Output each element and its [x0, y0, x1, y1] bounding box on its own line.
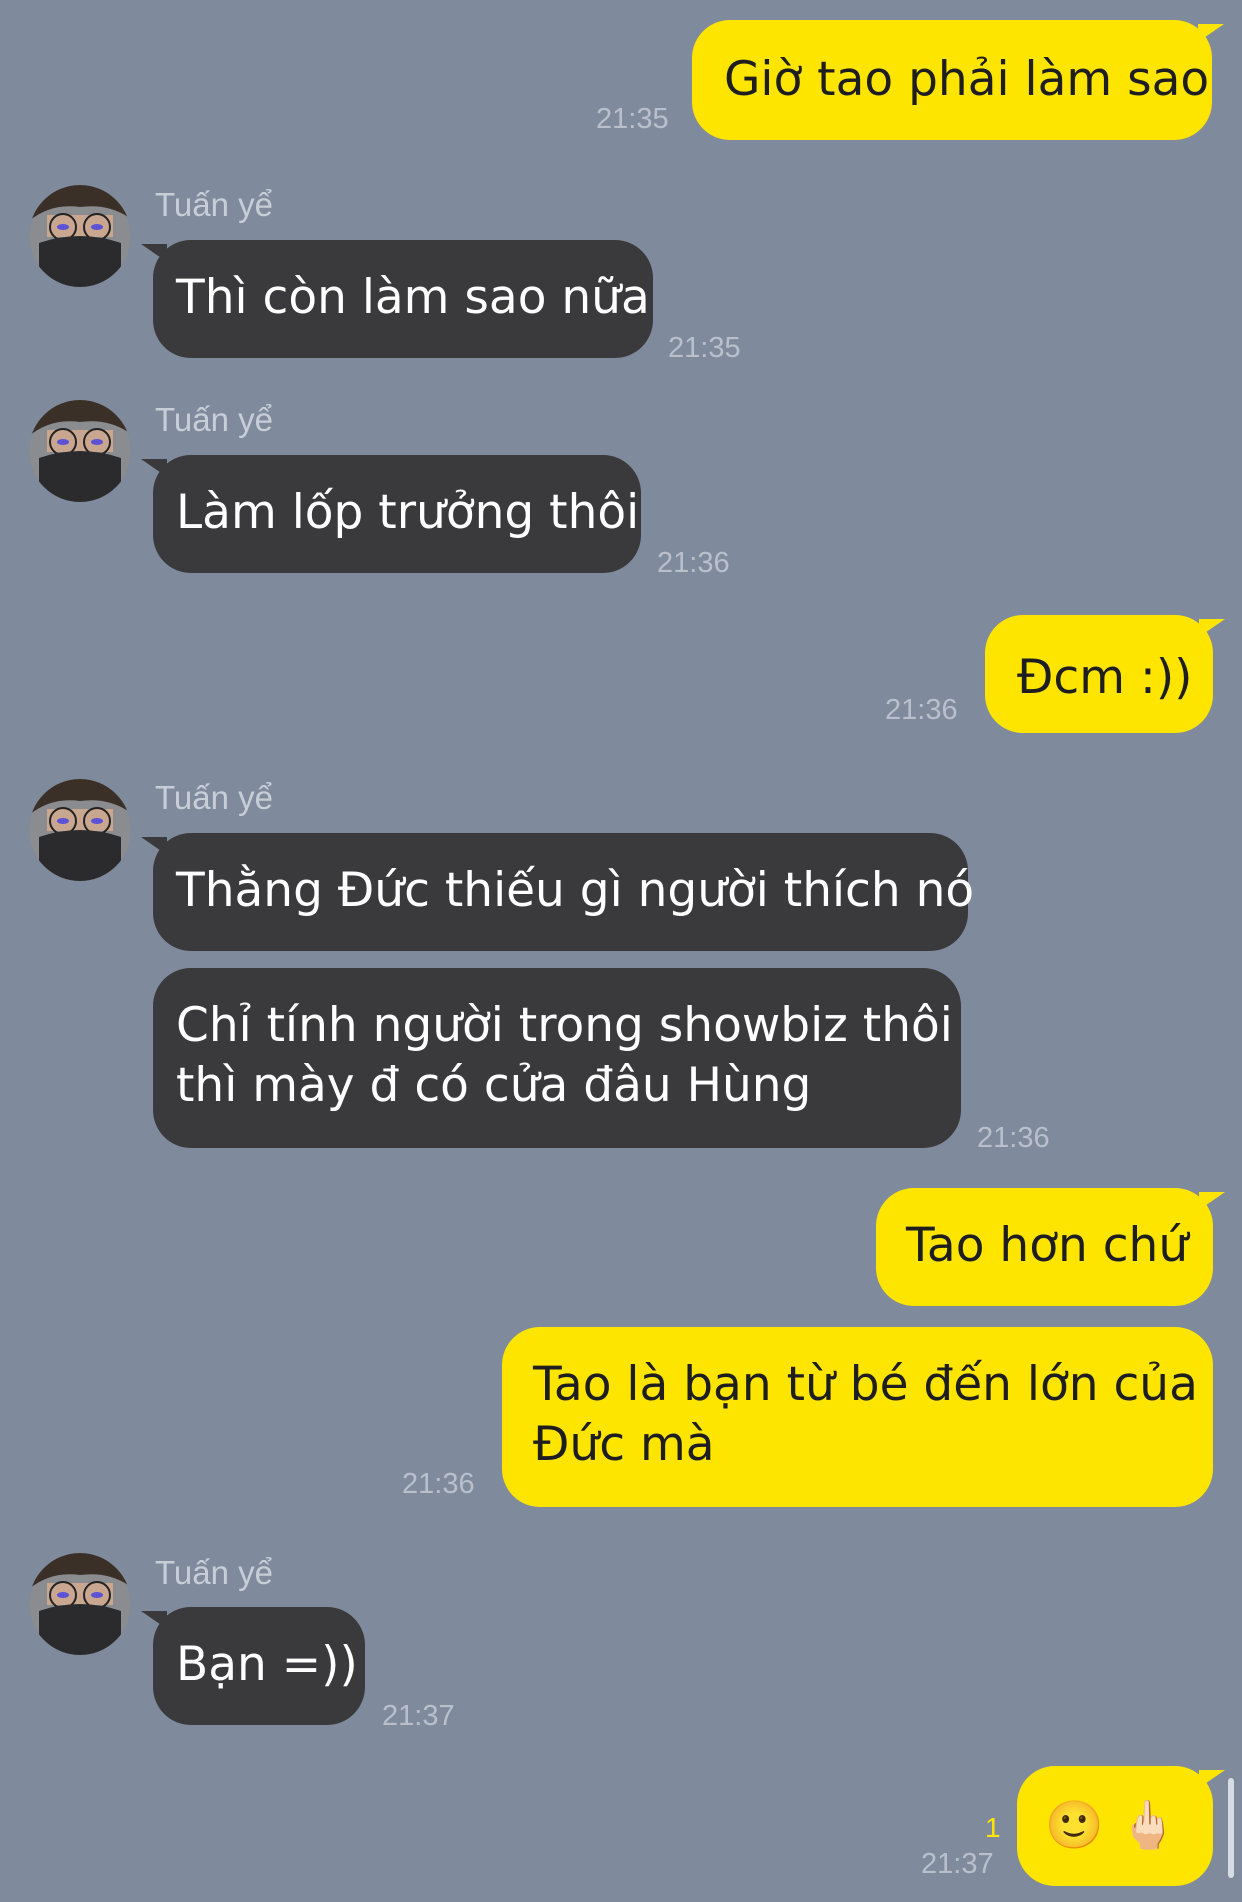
message-text: Làm lốp trưởng thôi	[176, 485, 640, 540]
message-text-line: thì mày đ có cửa đâu Hùng	[176, 1058, 812, 1113]
message-time: 21:36	[657, 547, 730, 579]
incoming-message[interactable]: Thằng Đức thiếu gì người thích nó	[141, 833, 974, 951]
avatar-image	[29, 779, 131, 881]
sender-name: Tuấn yể	[155, 186, 274, 223]
outgoing-message[interactable]: Tao hơn chứ	[876, 1188, 1225, 1306]
incoming-message[interactable]: Chỉ tính người trong showbiz thôi thì mà…	[153, 968, 961, 1148]
message-time: 21:36	[885, 694, 958, 726]
message-time: 21:37	[921, 1848, 994, 1880]
message-text: Thì còn làm sao nữa	[176, 270, 650, 325]
message-text: Thằng Đức thiếu gì người thích nó	[176, 863, 975, 918]
message-text-line: Tao là bạn từ bé đến lớn của	[533, 1357, 1198, 1412]
avatar[interactable]	[29, 1553, 131, 1655]
message-text: Đcm :))	[1017, 650, 1193, 705]
message-time: 21:35	[596, 103, 669, 135]
avatar[interactable]	[29, 185, 131, 287]
message-time: 21:37	[382, 1700, 455, 1732]
avatar[interactable]	[29, 400, 131, 502]
sender-name: Tuấn yể	[155, 1554, 274, 1591]
message-text: Giờ tao phải làm sao	[724, 52, 1210, 107]
incoming-message[interactable]: Làm lốp trưởng thôi	[141, 455, 641, 573]
message-text: Bạn =))	[176, 1637, 358, 1692]
outgoing-message[interactable]: Đcm :))	[985, 615, 1225, 733]
sender-name: Tuấn yể	[155, 779, 274, 816]
sender-name: Tuấn yể	[155, 401, 274, 438]
avatar-image	[29, 185, 131, 287]
message-text: Tao hơn chứ	[906, 1218, 1189, 1273]
incoming-message[interactable]: Bạn =))	[141, 1607, 365, 1725]
unread-count: 1	[985, 1812, 1001, 1843]
avatar-image	[29, 1553, 131, 1655]
outgoing-message[interactable]: Giờ tao phải làm sao	[692, 20, 1224, 140]
message-time: 21:36	[402, 1468, 475, 1500]
message-time: 21:36	[977, 1122, 1050, 1154]
message-time: 21:35	[668, 332, 741, 364]
emoji-message: 🙂 🖕🏻	[1045, 1798, 1177, 1853]
incoming-message[interactable]: Thì còn làm sao nữa	[141, 240, 653, 358]
message-text-line: Chỉ tính người trong showbiz thôi	[176, 998, 953, 1053]
avatar-image	[29, 400, 131, 502]
avatar[interactable]	[29, 779, 131, 881]
outgoing-message[interactable]: Tao là bạn từ bé đến lớn của Đức mà	[502, 1327, 1213, 1507]
outgoing-message[interactable]: 🙂 🖕🏻	[1017, 1766, 1225, 1886]
message-text-line: Đức mà	[533, 1417, 715, 1472]
scrollbar[interactable]	[1228, 1778, 1234, 1878]
